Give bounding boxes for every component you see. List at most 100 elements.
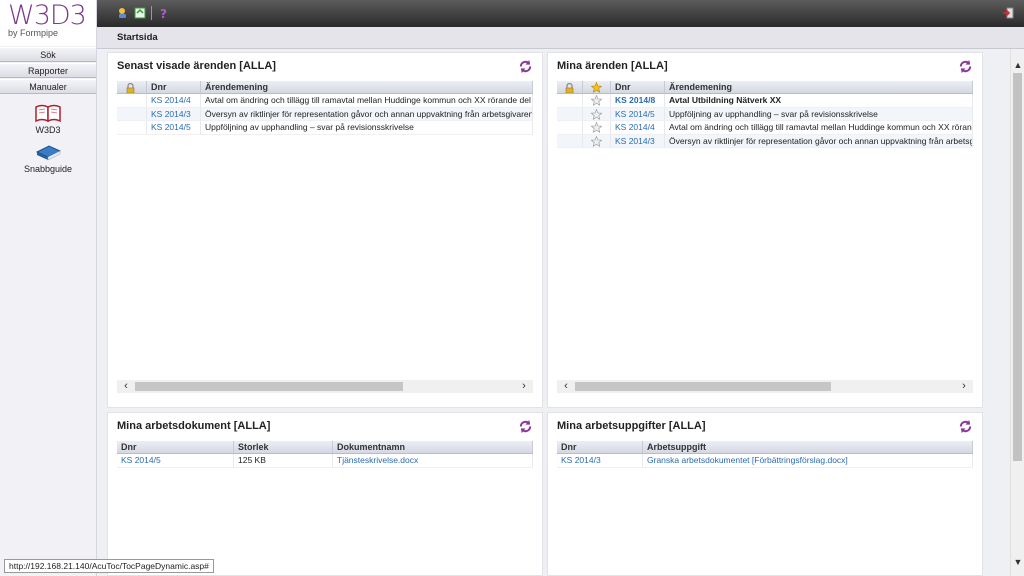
scroll-thumb[interactable] [575, 382, 831, 391]
lock-cell [557, 94, 583, 107]
panel-my-tasks: Mina arbetsuppgifter [ALLA] Dnr Arbetsup… [547, 412, 983, 576]
sidebar-link-label: Snabbguide [23, 164, 73, 174]
panel-recent-cases: Senast visade ärenden [ALLA] Dnr Ärendem… [107, 52, 543, 408]
book-icon [35, 104, 61, 122]
lock-cell [557, 134, 583, 147]
sidebar-button-sok[interactable]: Sök [0, 47, 96, 62]
case-title: Avtal om ändring och tillägg till ramavt… [665, 121, 973, 134]
sidebar-link-snabbguide[interactable]: Snabbguide [0, 143, 96, 174]
page-title: Startsida [117, 32, 158, 43]
table-row[interactable]: KS 2014/5 125 KB Tjänsteskrivelse.docx [117, 454, 533, 468]
sidebar-link-w3d3[interactable]: W3D3 [0, 104, 96, 135]
lock-column-header [557, 81, 583, 93]
scroll-left-icon[interactable]: ‹ [119, 380, 133, 393]
dnr-link[interactable]: KS 2014/4 [147, 94, 201, 107]
panel-title: Mina arbetsdokument [ALLA] [117, 420, 271, 432]
table-row[interactable]: KS 2014/5 Uppföljning av upphandling – s… [117, 121, 533, 135]
scroll-up-icon[interactable]: ▲ [1011, 59, 1024, 71]
horizontal-scrollbar[interactable]: ‹ › [117, 380, 533, 393]
guide-book-icon [35, 145, 61, 161]
user-settings-icon[interactable] [117, 7, 129, 19]
star-outline-icon[interactable] [590, 94, 603, 106]
sidebar-button-rapporter[interactable]: Rapporter [0, 63, 96, 78]
scroll-right-icon[interactable]: › [517, 380, 531, 393]
column-header-arendemening[interactable]: Ärendemening [201, 81, 533, 93]
logo-text: W3D3 [8, 0, 87, 31]
refresh-page-icon[interactable] [134, 7, 146, 19]
star-icon [590, 81, 603, 93]
favorite-cell[interactable] [583, 107, 611, 120]
dnr-link[interactable]: KS 2014/5 [147, 121, 201, 134]
table-row[interactable]: KS 2014/4 Avtal om ändring och tillägg t… [117, 94, 533, 108]
task-link[interactable]: Granska arbetsdokumentet [Förbättringsfö… [643, 454, 973, 467]
lock-column-header [117, 81, 147, 93]
panel-title: Senast visade ärenden [ALLA] [117, 60, 276, 72]
case-title: Översyn av riktlinjer för representation… [201, 107, 533, 120]
favorite-cell[interactable] [583, 121, 611, 134]
column-header-dnr[interactable]: Dnr [147, 81, 201, 93]
dnr-link[interactable]: KS 2014/8 [611, 94, 665, 107]
lock-cell [117, 121, 147, 134]
document-link[interactable]: Tjänsteskrivelse.docx [333, 454, 533, 467]
refresh-icon[interactable] [958, 59, 973, 74]
panel-title: Mina ärenden [ALLA] [557, 60, 668, 72]
logo: W3D3 by Formpipe [0, 0, 96, 46]
refresh-icon[interactable] [518, 419, 533, 434]
main-content: Senast visade ärenden [ALLA] Dnr Ärendem… [97, 49, 1010, 576]
logout-icon[interactable] [1002, 7, 1014, 19]
favorite-cell[interactable] [583, 94, 611, 107]
table-row[interactable]: KS 2014/3 Översyn av riktlinjer för repr… [117, 107, 533, 121]
column-header-storlek[interactable]: Storlek [234, 441, 333, 453]
table-row[interactable]: KS 2014/5 Uppföljning av upphandling – s… [557, 107, 973, 121]
sidebar-button-manualer[interactable]: Manualer [0, 79, 96, 94]
table-header: Dnr Ärendemening [557, 81, 973, 94]
column-header-dnr[interactable]: Dnr [557, 441, 643, 453]
my-documents-table: Dnr Storlek Dokumentnamn KS 2014/5 125 K… [117, 441, 533, 468]
table-row[interactable]: KS 2014/3 Översyn av riktlinjer för repr… [557, 134, 973, 148]
star-outline-icon[interactable] [590, 108, 603, 120]
column-header-arendemening[interactable]: Ärendemening [665, 81, 973, 93]
scroll-left-icon[interactable]: ‹ [559, 380, 573, 393]
column-header-dnr[interactable]: Dnr [611, 81, 665, 93]
column-header-dokumentnamn[interactable]: Dokumentnamn [333, 441, 533, 453]
star-outline-icon[interactable] [590, 135, 603, 147]
column-header-arbetsuppgift[interactable]: Arbetsuppgift [643, 441, 973, 453]
lock-cell [117, 107, 147, 120]
status-url: http://192.168.21.140/AcuToc/TocPageDyna… [4, 559, 214, 573]
refresh-icon[interactable] [958, 419, 973, 434]
lock-icon [565, 82, 574, 93]
table-row[interactable]: KS 2014/8 Avtal Utbildning Nätverk XX [557, 94, 973, 108]
panel-my-cases: Mina ärenden [ALLA] Dnr Ärendemening KS … [547, 52, 983, 408]
dnr-link[interactable]: KS 2014/4 [611, 121, 665, 134]
table-row[interactable]: KS 2014/3 Granska arbetsdokumentet [Förb… [557, 454, 973, 468]
scroll-right-icon[interactable]: › [957, 380, 971, 393]
favorite-cell[interactable] [583, 134, 611, 147]
table-header: Dnr Storlek Dokumentnamn [117, 441, 533, 454]
dnr-link[interactable]: KS 2014/3 [557, 454, 643, 467]
scroll-thumb[interactable] [135, 382, 403, 391]
dnr-link[interactable]: KS 2014/3 [147, 107, 201, 120]
case-title: Avtal Utbildning Nätverk XX [665, 94, 973, 107]
star-outline-icon[interactable] [590, 121, 603, 133]
case-title: Uppföljning av upphandling – svar på rev… [665, 107, 973, 120]
case-title: Uppföljning av upphandling – svar på rev… [201, 121, 533, 134]
breadcrumb: Startsida [97, 27, 1024, 49]
dnr-link[interactable]: KS 2014/5 [117, 454, 234, 467]
dnr-link[interactable]: KS 2014/5 [611, 107, 665, 120]
case-title: Översyn av riktlinjer för representation… [665, 134, 973, 147]
horizontal-scrollbar[interactable]: ‹ › [557, 380, 973, 393]
panel-my-documents: Mina arbetsdokument [ALLA] Dnr Storlek D… [107, 412, 543, 576]
panel-title: Mina arbetsuppgifter [ALLA] [557, 420, 706, 432]
dnr-link[interactable]: KS 2014/3 [611, 134, 665, 147]
vertical-scrollbar[interactable]: ▲ ▼ [1010, 49, 1024, 576]
sidebar-link-label: W3D3 [35, 125, 61, 135]
my-cases-table: Dnr Ärendemening KS 2014/8 Avtal Utbildn… [557, 81, 973, 148]
table-row[interactable]: KS 2014/4 Avtal om ändring och tillägg t… [557, 121, 973, 135]
scroll-down-icon[interactable]: ▼ [1011, 556, 1024, 568]
refresh-icon[interactable] [518, 59, 533, 74]
column-header-dnr[interactable]: Dnr [117, 441, 234, 453]
help-icon[interactable]: ? [157, 7, 169, 19]
scroll-thumb[interactable] [1013, 73, 1022, 461]
recent-cases-table: Dnr Ärendemening KS 2014/4 Avtal om ändr… [117, 81, 533, 135]
lock-cell [557, 121, 583, 134]
